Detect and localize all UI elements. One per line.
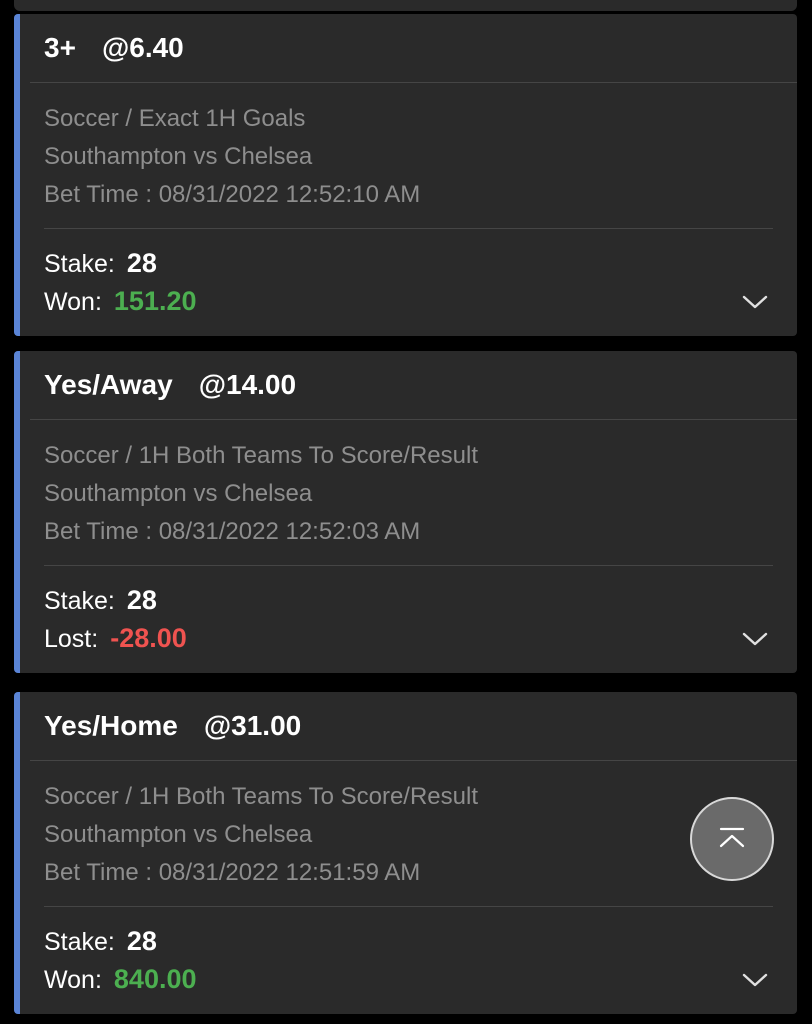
bet-time: Bet Time : 08/31/2022 12:51:59 AM	[44, 859, 421, 886]
result-row: Won: 151.20	[44, 286, 197, 317]
result-value: 151.20	[113, 286, 197, 316]
stake-value: 28	[126, 248, 157, 278]
bet-card[interactable]: Yes/Home @31.00 Soccer / 1H Both Teams T…	[14, 692, 797, 1014]
bet-card[interactable]: 3+ @6.40 Soccer / Exact 1H Goals Southam…	[14, 14, 797, 336]
result-row: Lost: -28.00	[44, 623, 187, 654]
bet-match: Southampton vs Chelsea	[44, 143, 313, 170]
card-accent-bar	[14, 692, 20, 1014]
bet-selection: Yes/Away	[44, 369, 173, 400]
bet-selection: Yes/Home	[44, 710, 178, 741]
bet-market: Soccer / 1H Both Teams To Score/Result	[44, 783, 478, 810]
stake-value: 28	[126, 926, 157, 956]
result-value: -28.00	[110, 623, 187, 653]
bet-header: Yes/Away @14.00	[44, 351, 797, 419]
stake-label: Stake:	[44, 250, 115, 278]
bet-details: Soccer / 1H Both Teams To Score/Result S…	[44, 778, 478, 892]
chevron-down-icon[interactable]	[741, 629, 769, 649]
previous-bet-card-edge	[14, 0, 797, 11]
arrow-up-to-top-icon	[719, 827, 745, 848]
divider	[44, 228, 773, 229]
card-accent-bar	[14, 351, 20, 673]
bet-details: Soccer / Exact 1H Goals Southampton vs C…	[44, 100, 420, 214]
scroll-to-top-button[interactable]	[690, 797, 774, 881]
divider	[44, 906, 773, 907]
stake-label: Stake:	[44, 928, 115, 956]
bet-match: Southampton vs Chelsea	[44, 821, 313, 848]
divider	[30, 82, 797, 83]
result-label: Won:	[44, 966, 102, 994]
chevron-down-icon[interactable]	[741, 970, 769, 990]
result-row: Won: 840.00	[44, 964, 197, 995]
bet-market: Soccer / 1H Both Teams To Score/Result	[44, 442, 478, 469]
bet-card[interactable]: Yes/Away @14.00 Soccer / 1H Both Teams T…	[14, 351, 797, 673]
bet-selection: 3+	[44, 32, 76, 63]
chevron-down-icon[interactable]	[741, 292, 769, 312]
stake-row: Stake: 28	[44, 926, 157, 957]
bet-time: Bet Time : 08/31/2022 12:52:10 AM	[44, 181, 421, 208]
bet-market: Soccer / Exact 1H Goals	[44, 105, 306, 132]
divider	[30, 760, 797, 761]
bet-time: Bet Time : 08/31/2022 12:52:03 AM	[44, 518, 421, 545]
stake-label: Stake:	[44, 587, 115, 615]
bet-details: Soccer / 1H Both Teams To Score/Result S…	[44, 437, 478, 551]
bet-match: Southampton vs Chelsea	[44, 480, 313, 507]
card-accent-bar	[14, 14, 20, 336]
stake-row: Stake: 28	[44, 585, 157, 616]
divider	[44, 565, 773, 566]
result-value: 840.00	[113, 964, 197, 994]
bet-odds: @14.00	[198, 369, 297, 400]
bet-odds: @6.40	[101, 32, 184, 63]
bet-header: 3+ @6.40	[44, 14, 797, 82]
result-label: Won:	[44, 288, 102, 316]
stake-row: Stake: 28	[44, 248, 157, 279]
result-label: Lost:	[44, 625, 99, 653]
divider	[30, 419, 797, 420]
bet-header: Yes/Home @31.00	[44, 692, 797, 760]
bet-odds: @31.00	[203, 710, 302, 741]
stake-value: 28	[126, 585, 157, 615]
